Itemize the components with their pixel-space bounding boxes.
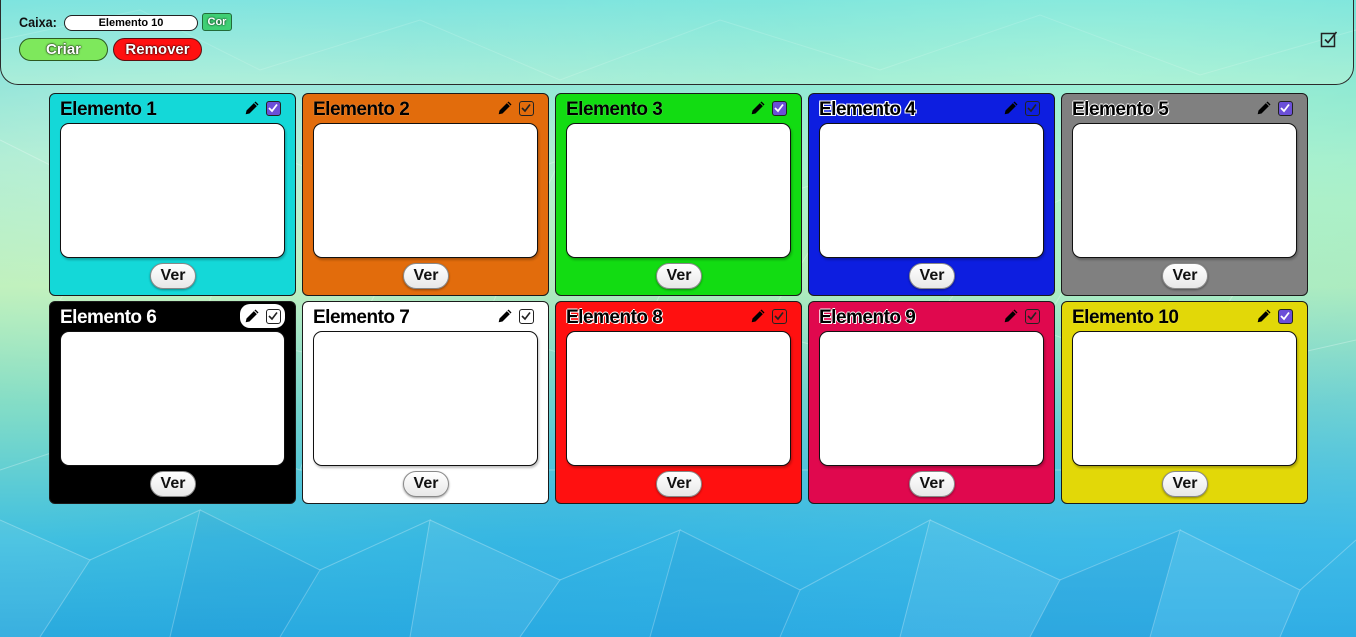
view-button[interactable]: Ver <box>150 471 196 497</box>
view-button[interactable]: Ver <box>909 263 955 289</box>
card-tools <box>497 306 534 326</box>
pencil-icon[interactable] <box>244 100 260 116</box>
view-button[interactable]: Ver <box>656 471 702 497</box>
card-tools <box>244 98 281 118</box>
card-content <box>819 331 1044 466</box>
card: Elemento 9 Ver <box>808 301 1055 504</box>
card-content <box>566 331 791 466</box>
card: Elemento 1 Ver <box>49 93 296 296</box>
card: Elemento 5 Ver <box>1061 93 1308 296</box>
card-content <box>1072 123 1297 258</box>
pencil-icon[interactable] <box>1003 308 1019 324</box>
card-tools <box>240 304 285 328</box>
card-content <box>566 123 791 258</box>
card: Elemento 6 Ver <box>49 301 296 504</box>
select-all-icon[interactable] <box>1320 30 1338 48</box>
card-title: Elemento 2 <box>313 99 410 120</box>
pencil-icon[interactable] <box>1003 100 1019 116</box>
checkbox-icon[interactable] <box>519 308 534 324</box>
card-title: Elemento 9 <box>819 307 916 328</box>
view-button[interactable]: Ver <box>403 471 449 497</box>
card-content <box>1072 331 1297 466</box>
card-tools <box>1003 306 1040 326</box>
checkbox-icon[interactable] <box>1025 100 1040 116</box>
card-content <box>60 331 285 466</box>
view-button[interactable]: Ver <box>403 263 449 289</box>
checkbox-icon[interactable] <box>1025 308 1040 324</box>
pencil-icon[interactable] <box>244 308 260 324</box>
checkbox-icon[interactable] <box>772 100 787 116</box>
card: Elemento 8 Ver <box>555 301 802 504</box>
remove-button[interactable]: Remover <box>113 38 202 61</box>
toolbar-panel: Caixa: Cor Criar Remover <box>0 0 1354 85</box>
card-title: Elemento 5 <box>1072 99 1169 120</box>
card-title: Elemento 8 <box>566 307 663 328</box>
checkbox-icon[interactable] <box>266 100 281 116</box>
checkbox-icon[interactable] <box>266 308 281 324</box>
pencil-icon[interactable] <box>750 308 766 324</box>
card-tools <box>750 306 787 326</box>
pencil-icon[interactable] <box>497 308 513 324</box>
card-title: Elemento 1 <box>60 99 157 120</box>
checkbox-icon[interactable] <box>772 308 787 324</box>
card-tools <box>750 98 787 118</box>
card: Elemento 7 Ver <box>302 301 549 504</box>
pencil-icon[interactable] <box>1256 100 1272 116</box>
pencil-icon[interactable] <box>497 100 513 116</box>
view-button[interactable]: Ver <box>909 471 955 497</box>
pencil-icon[interactable] <box>1256 308 1272 324</box>
caixa-name-input[interactable] <box>64 15 198 31</box>
color-picker-button[interactable]: Cor <box>202 13 232 31</box>
caixa-label: Caixa: <box>19 14 57 30</box>
card-content <box>819 123 1044 258</box>
card-tools <box>497 98 534 118</box>
card-title: Elemento 6 <box>60 307 157 328</box>
checkbox-icon[interactable] <box>1278 100 1293 116</box>
view-button[interactable]: Ver <box>1162 263 1208 289</box>
view-button[interactable]: Ver <box>656 263 702 289</box>
card-tools <box>1256 306 1293 326</box>
view-button[interactable]: Ver <box>150 263 196 289</box>
card-title: Elemento 3 <box>566 99 663 120</box>
card-title: Elemento 10 <box>1072 307 1179 328</box>
card-content <box>313 331 538 466</box>
card-title: Elemento 4 <box>819 99 916 120</box>
checkbox-icon[interactable] <box>1278 308 1293 324</box>
card-title: Elemento 7 <box>313 307 410 328</box>
card: Elemento 4 Ver <box>808 93 1055 296</box>
card: Elemento 3 Ver <box>555 93 802 296</box>
view-button[interactable]: Ver <box>1162 471 1208 497</box>
pencil-icon[interactable] <box>750 100 766 116</box>
checkbox-icon[interactable] <box>519 100 534 116</box>
card: Elemento 2 Ver <box>302 93 549 296</box>
card-content <box>313 123 538 258</box>
card-content <box>60 123 285 258</box>
card-tools <box>1003 98 1040 118</box>
create-button[interactable]: Criar <box>19 38 108 61</box>
card-tools <box>1256 98 1293 118</box>
card: Elemento 10 Ver <box>1061 301 1308 504</box>
